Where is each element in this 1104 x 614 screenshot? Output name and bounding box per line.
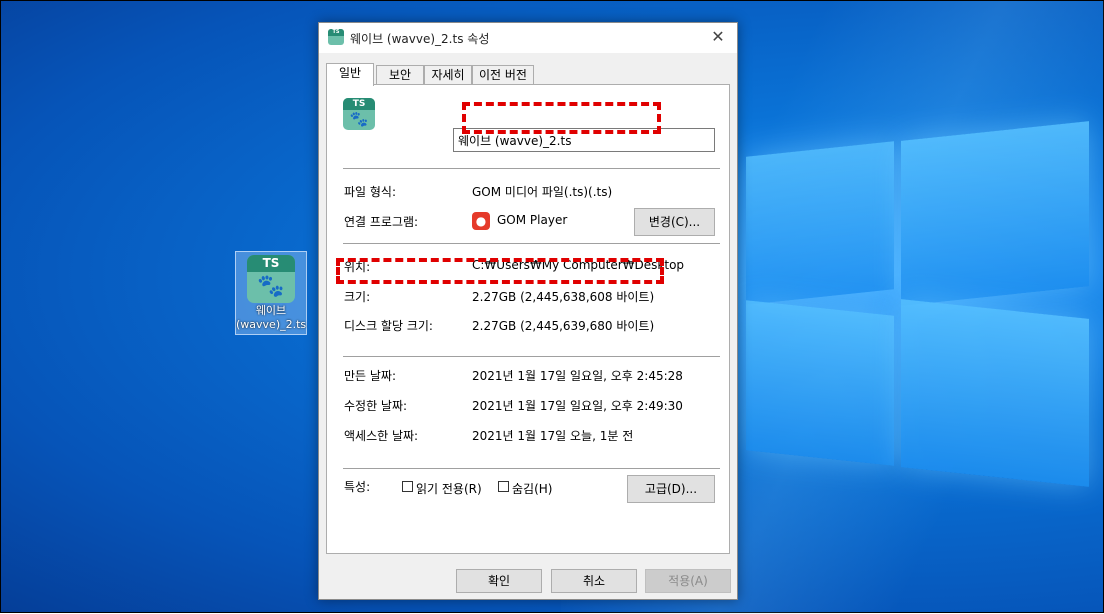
ts-file-icon: TS 🐾 (343, 98, 375, 130)
divider (343, 468, 720, 469)
tab-details[interactable]: 자세히 (424, 65, 472, 84)
desktop-file-icon[interactable]: TS 🐾 웨이브 (wavve)_2.ts (235, 251, 307, 335)
highlight-box (336, 258, 664, 284)
accessed-label: 액세스한 날짜: (344, 429, 419, 443)
file-type-value: GOM 미디어 파일(.ts)(.ts) (472, 185, 613, 199)
divider (343, 356, 720, 357)
title-bar[interactable]: TS 웨이브 (wavve)_2.ts 속성 ✕ (319, 23, 737, 53)
disk-size-label: 디스크 할당 크기: (344, 319, 433, 333)
attributes-label: 특성: (344, 480, 371, 494)
file-type-label: 파일 형식: (344, 185, 397, 199)
windows-logo-pane (901, 121, 1089, 306)
hidden-checkbox[interactable] (498, 481, 509, 492)
windows-logo-pane (901, 299, 1089, 487)
dialog-title: 웨이브 (wavve)_2.ts 속성 (350, 32, 490, 46)
created-label: 만든 날짜: (344, 369, 397, 383)
tab-previous-versions[interactable]: 이전 버전 (472, 65, 534, 84)
readonly-label[interactable]: 읽기 전용(R) (416, 480, 482, 497)
divider (343, 168, 720, 169)
hidden-label[interactable]: 숨김(H) (512, 480, 552, 497)
size-label: 크기: (344, 290, 371, 304)
opens-with-label: 연결 프로그램: (344, 215, 419, 229)
desktop-file-label: 웨이브 (wavve)_2.ts (236, 304, 307, 331)
opens-with-value: GOM Player (497, 213, 568, 227)
modified-label: 수정한 날짜: (344, 399, 408, 413)
readonly-checkbox[interactable] (402, 481, 413, 492)
ok-button[interactable]: 확인 (456, 569, 542, 593)
ts-file-icon: TS (328, 29, 344, 45)
accessed-value: 2021년 1월 17일 오늘, 1분 전 (472, 429, 634, 443)
tab-security[interactable]: 보안 (376, 65, 424, 84)
disk-size-value: 2.27GB (2,445,639,680 바이트) (472, 319, 655, 333)
highlight-box (462, 102, 661, 134)
general-tab-panel: TS 🐾 웨이브 (wavve)_2.ts 파일 형식: GOM 미디어 파일(… (326, 84, 730, 554)
tab-general[interactable]: 일반 (326, 63, 374, 86)
windows-logo-pane (746, 141, 894, 305)
windows-logo-pane (746, 300, 894, 466)
created-value: 2021년 1월 17일 일요일, 오후 2:45:28 (472, 369, 683, 383)
modified-value: 2021년 1월 17일 일요일, 오후 2:49:30 (472, 399, 683, 413)
divider (343, 243, 720, 244)
gom-player-icon: ● (472, 212, 490, 230)
close-icon[interactable]: ✕ (707, 27, 729, 47)
apply-button[interactable]: 적용(A) (645, 569, 731, 593)
advanced-button[interactable]: 고급(D)... (627, 475, 715, 503)
size-value: 2.27GB (2,445,638,608 바이트) (472, 290, 655, 304)
change-button[interactable]: 변경(C)... (634, 208, 715, 236)
ts-file-icon: TS 🐾 (247, 255, 295, 303)
cancel-button[interactable]: 취소 (551, 569, 637, 593)
